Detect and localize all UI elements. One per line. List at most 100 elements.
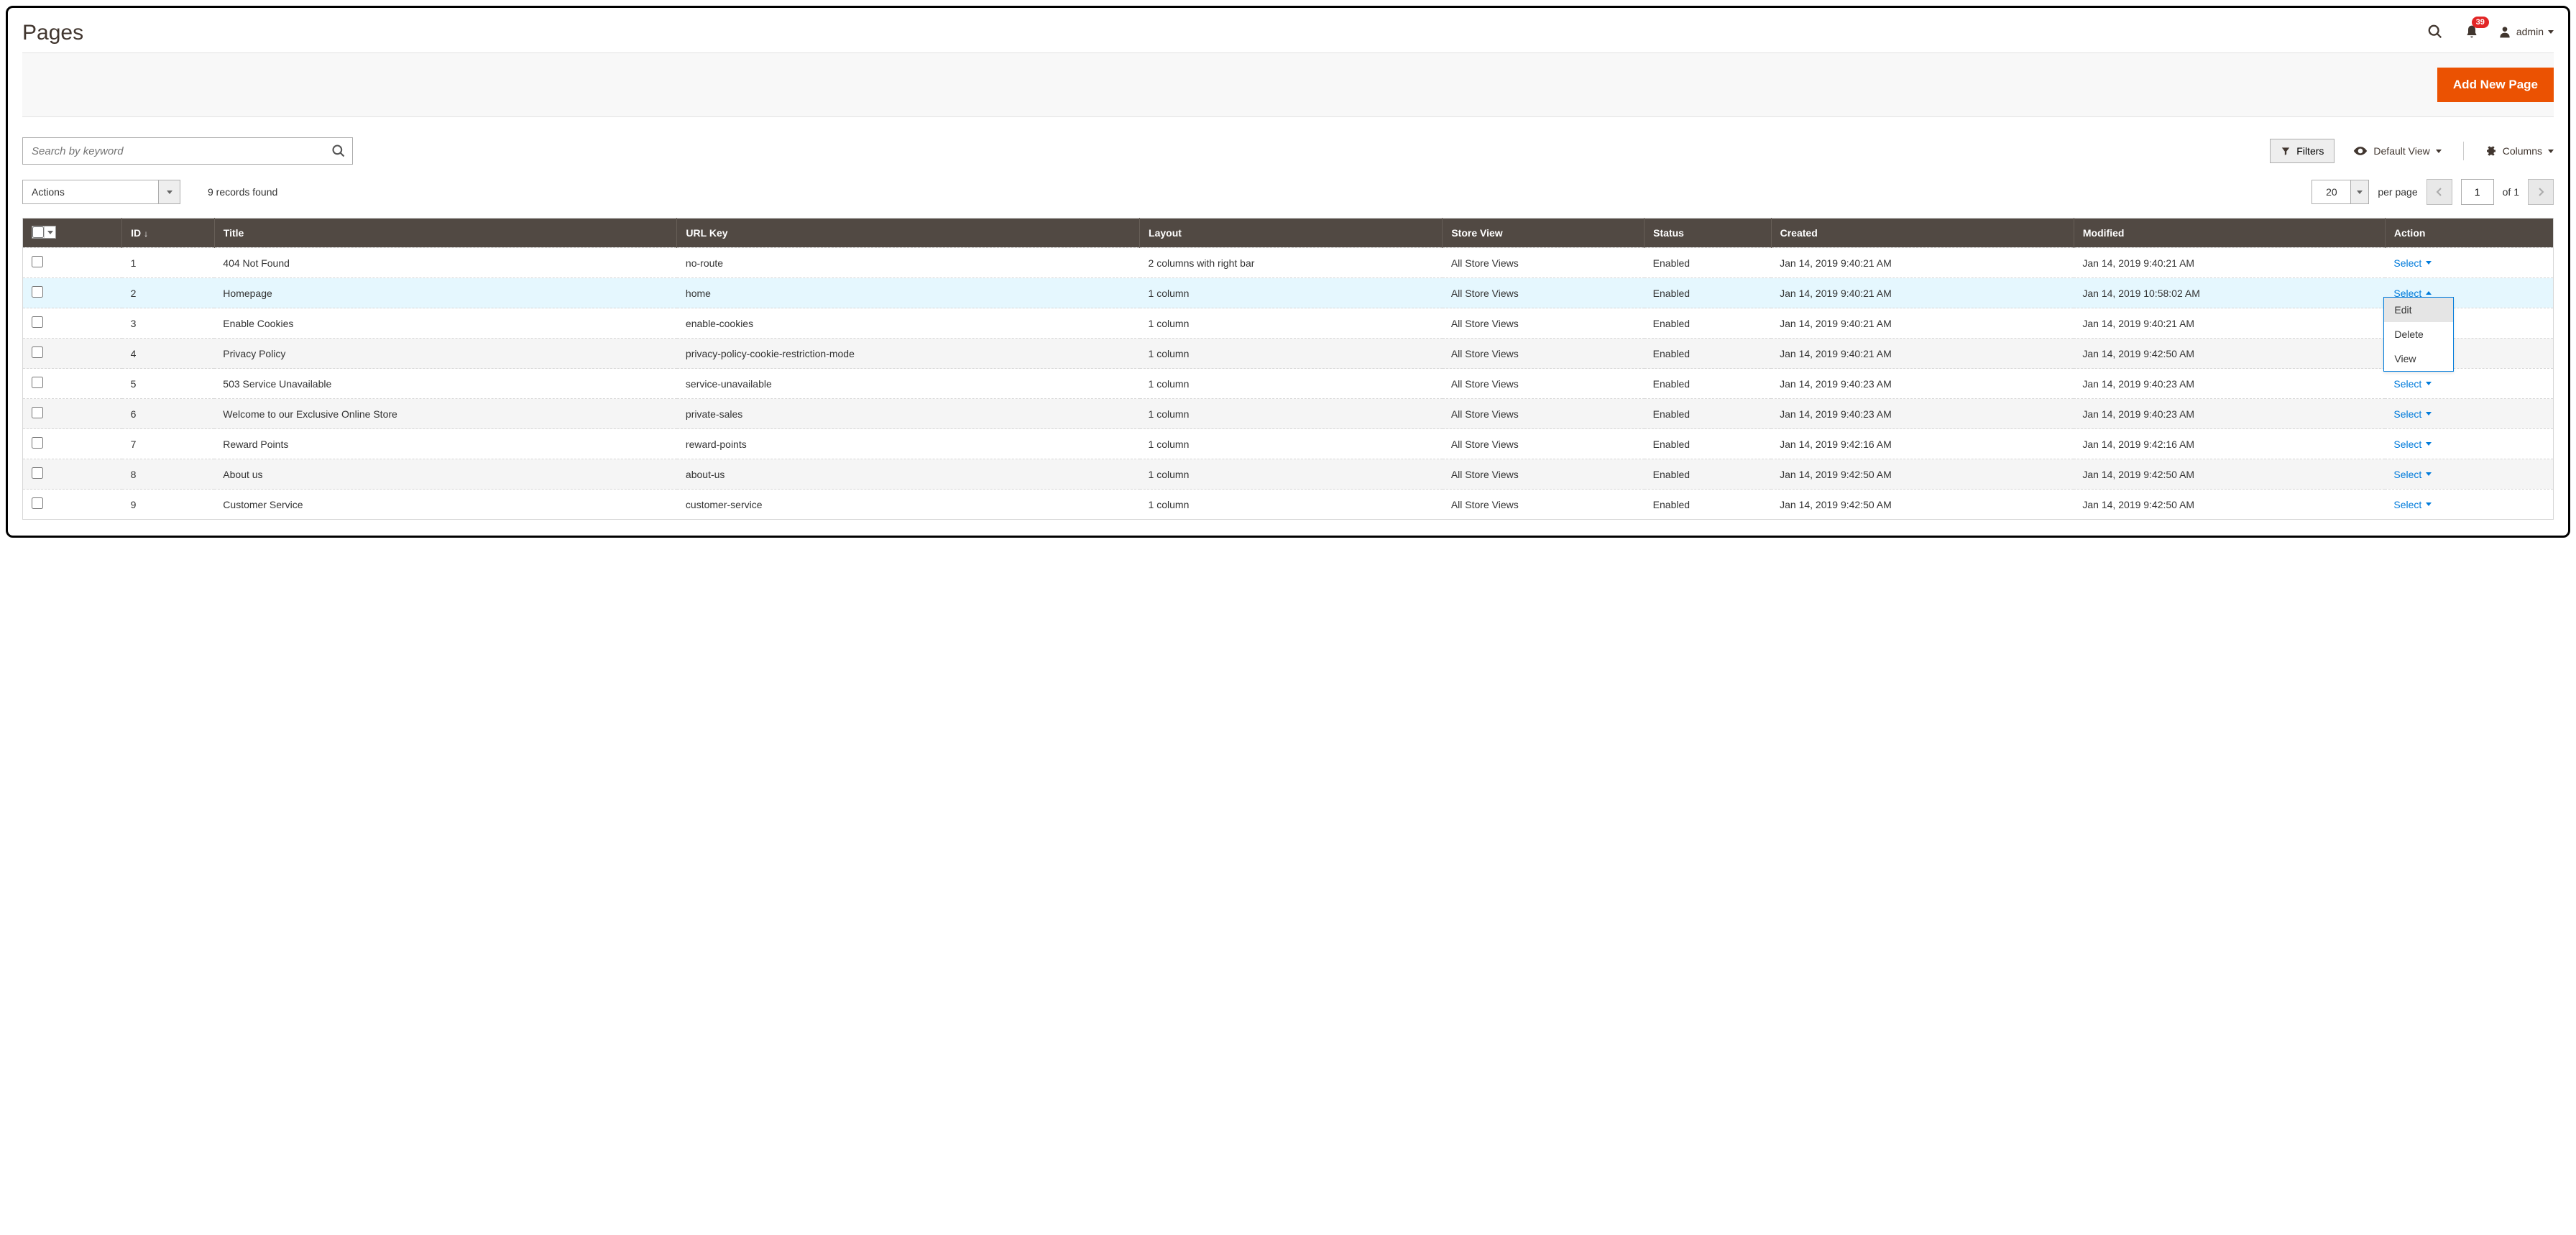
table-row[interactable]: 1404 Not Foundno-route2 columns with rig… <box>23 248 2554 278</box>
cell-modified: Jan 14, 2019 9:40:21 AM <box>2074 308 2385 339</box>
col-header-status[interactable]: Status <box>1644 219 1771 248</box>
search-submit-icon[interactable] <box>331 144 346 158</box>
notification-badge: 39 <box>2472 17 2489 28</box>
action-edit[interactable]: Edit <box>2384 298 2453 322</box>
row-checkbox[interactable] <box>32 316 43 328</box>
cell-url-key: private-sales <box>677 399 1140 429</box>
cell-title: Enable Cookies <box>214 308 677 339</box>
cell-status: Enabled <box>1644 490 1771 520</box>
chevron-down-icon <box>2426 502 2432 506</box>
col-header-layout[interactable]: Layout <box>1140 219 1443 248</box>
cell-id: 3 <box>122 308 215 339</box>
row-checkbox[interactable] <box>32 437 43 449</box>
cell-created: Jan 14, 2019 9:42:50 AM <box>1771 490 2074 520</box>
action-delete[interactable]: Delete <box>2384 322 2453 346</box>
row-checkbox[interactable] <box>32 377 43 388</box>
pages-table: ID↓ Title URL Key Layout Store View Stat… <box>22 218 2554 520</box>
cell-created: Jan 14, 2019 9:42:16 AM <box>1771 429 2074 459</box>
per-page-caret[interactable] <box>2351 180 2369 204</box>
filters-button[interactable]: Filters <box>2270 139 2334 163</box>
row-checkbox[interactable] <box>32 497 43 509</box>
search-icon[interactable] <box>2424 21 2446 42</box>
cell-layout: 1 column <box>1140 399 1443 429</box>
col-header-url-key[interactable]: URL Key <box>677 219 1140 248</box>
select-label: Select <box>2393 439 2421 450</box>
page-number-input[interactable] <box>2461 179 2494 205</box>
select-label: Select <box>2393 469 2421 480</box>
table-row[interactable]: 9Customer Servicecustomer-service1 colum… <box>23 490 2554 520</box>
col-header-checkbox[interactable] <box>23 219 122 248</box>
cell-layout: 1 column <box>1140 339 1443 369</box>
cell-store-view: All Store Views <box>1443 308 1644 339</box>
cell-created: Jan 14, 2019 9:40:21 AM <box>1771 339 2074 369</box>
chevron-down-icon <box>167 190 172 194</box>
cell-status: Enabled <box>1644 459 1771 490</box>
table-row[interactable]: 7Reward Pointsreward-points1 columnAll S… <box>23 429 2554 459</box>
actions-label: Actions <box>22 180 159 204</box>
cell-url-key: about-us <box>677 459 1140 490</box>
columns-control[interactable]: Columns <box>2485 145 2554 157</box>
select-all-dropdown[interactable] <box>44 226 55 238</box>
row-action-select[interactable]: Select <box>2393 378 2432 390</box>
table-row[interactable]: 4Privacy Policyprivacy-policy-cookie-res… <box>23 339 2554 369</box>
col-header-created[interactable]: Created <box>1771 219 2074 248</box>
chevron-down-icon <box>2357 190 2363 194</box>
filters-label: Filters <box>2296 145 2324 157</box>
col-header-id[interactable]: ID↓ <box>122 219 215 248</box>
cell-created: Jan 14, 2019 9:42:50 AM <box>1771 459 2074 490</box>
row-checkbox[interactable] <box>32 346 43 358</box>
cell-store-view: All Store Views <box>1443 369 1644 399</box>
row-checkbox[interactable] <box>32 467 43 479</box>
cell-created: Jan 14, 2019 9:40:21 AM <box>1771 248 2074 278</box>
table-row[interactable]: 5503 Service Unavailableservice-unavaila… <box>23 369 2554 399</box>
cell-title: Privacy Policy <box>214 339 677 369</box>
cell-status: Enabled <box>1644 399 1771 429</box>
cell-layout: 1 column <box>1140 429 1443 459</box>
select-label: Select <box>2393 378 2421 390</box>
cell-title: 503 Service Unavailable <box>214 369 677 399</box>
row-action-select[interactable]: Select <box>2393 408 2432 420</box>
row-action-select[interactable]: Select <box>2393 439 2432 450</box>
chevron-left-icon <box>2436 187 2443 197</box>
cell-created: Jan 14, 2019 9:40:23 AM <box>1771 369 2074 399</box>
cell-modified: Jan 14, 2019 9:40:21 AM <box>2074 248 2385 278</box>
prev-page-button[interactable] <box>2426 179 2452 205</box>
select-all-checkbox[interactable] <box>32 226 44 238</box>
chevron-down-icon <box>47 231 53 234</box>
row-checkbox[interactable] <box>32 256 43 267</box>
table-row[interactable]: 3Enable Cookiesenable-cookies1 columnAll… <box>23 308 2554 339</box>
action-view[interactable]: View <box>2384 346 2453 371</box>
per-page-select[interactable]: 20 <box>2312 180 2369 204</box>
select-label: Select <box>2393 408 2421 420</box>
actions-caret[interactable] <box>159 180 180 204</box>
default-view-control[interactable]: Default View <box>2353 145 2441 157</box>
table-row[interactable]: 6Welcome to our Exclusive Online Storepr… <box>23 399 2554 429</box>
row-action-select[interactable]: Select <box>2393 257 2432 269</box>
row-action-select[interactable]: Select <box>2393 469 2432 480</box>
cell-layout: 1 column <box>1140 459 1443 490</box>
cell-layout: 1 column <box>1140 308 1443 339</box>
notifications-icon[interactable]: 39 <box>2462 21 2482 42</box>
col-header-title[interactable]: Title <box>214 219 677 248</box>
row-checkbox[interactable] <box>32 407 43 418</box>
col-header-store-view[interactable]: Store View <box>1443 219 1644 248</box>
user-menu[interactable]: admin <box>2498 24 2554 39</box>
search-input[interactable] <box>22 137 353 165</box>
row-checkbox[interactable] <box>32 286 43 298</box>
divider <box>2463 142 2464 160</box>
table-row[interactable]: 2Homepagehome1 columnAll Store ViewsEnab… <box>23 278 2554 308</box>
cell-url-key: no-route <box>677 248 1140 278</box>
cell-id: 4 <box>122 339 215 369</box>
cell-status: Enabled <box>1644 248 1771 278</box>
cell-modified: Jan 14, 2019 9:42:16 AM <box>2074 429 2385 459</box>
cell-layout: 2 columns with right bar <box>1140 248 1443 278</box>
eye-icon <box>2353 146 2368 156</box>
cell-title: Reward Points <box>214 429 677 459</box>
next-page-button[interactable] <box>2528 179 2554 205</box>
col-header-action[interactable]: Action <box>2385 219 2553 248</box>
row-action-select[interactable]: Select <box>2393 499 2432 510</box>
actions-dropdown[interactable]: Actions <box>22 180 180 204</box>
add-new-page-button[interactable]: Add New Page <box>2437 68 2554 102</box>
col-header-modified[interactable]: Modified <box>2074 219 2385 248</box>
table-row[interactable]: 8About usabout-us1 columnAll Store Views… <box>23 459 2554 490</box>
